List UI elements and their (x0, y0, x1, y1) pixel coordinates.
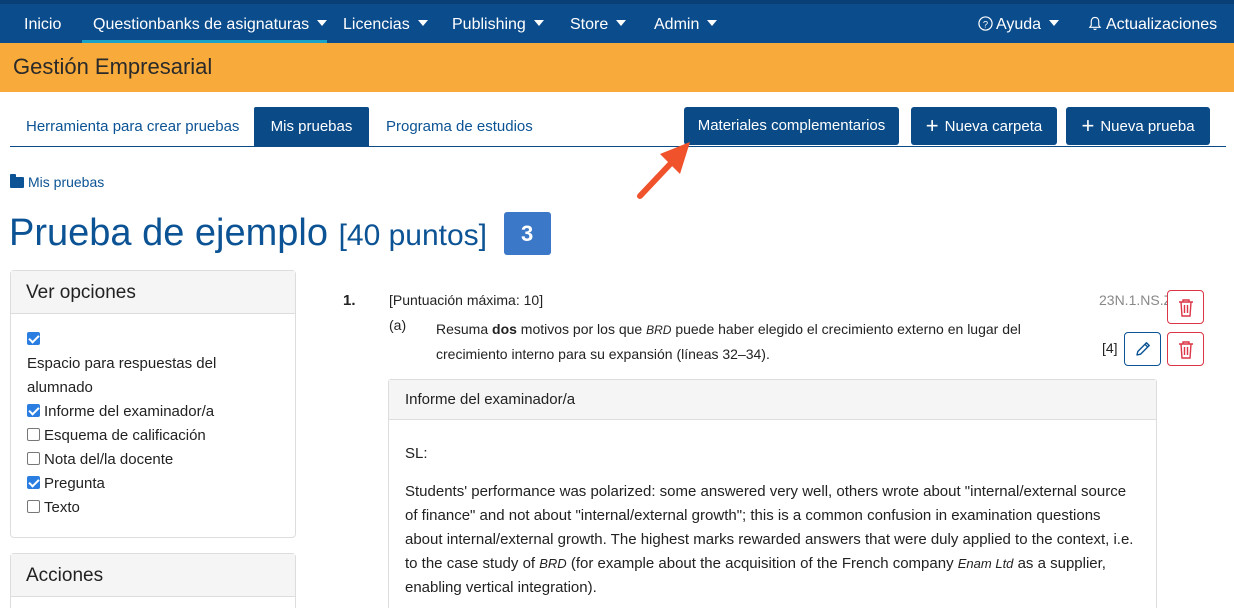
breadcrumb-label: Mis pruebas (28, 174, 105, 190)
nav-item-licencias[interactable]: Licencias (343, 4, 428, 43)
count-badge: 3 (503, 212, 551, 255)
option-label: Texto (44, 499, 80, 516)
nav-label: Ayuda (996, 16, 1042, 33)
chevron-down-icon (417, 20, 428, 26)
delete-part-button[interactable] (1167, 332, 1204, 366)
text-span: motivos por los que (516, 321, 647, 337)
bell-icon (1088, 16, 1102, 31)
chevron-down-icon (616, 20, 627, 26)
text-bold: dos (492, 321, 517, 337)
tab-mis-pruebas[interactable]: Mis pruebas (254, 107, 369, 146)
option-label: Informe del examinador/a (44, 403, 215, 420)
chevron-down-icon (1049, 20, 1060, 26)
points-label: [40 puntos] (338, 219, 488, 252)
option-label: Nota del/la docente (44, 451, 174, 468)
tab-programa[interactable]: Programa de estudios (386, 107, 533, 146)
question-part: (a) (389, 317, 407, 333)
question-text: Resuma dos motivos por los que BRD puede… (436, 317, 1076, 366)
trash-icon (1179, 299, 1193, 317)
report-body: SL: Students' performance was polarized:… (389, 420, 1156, 600)
materials-button[interactable]: Materiales complementarios (684, 107, 899, 145)
subject-title: Gestión Empresarial (13, 54, 213, 79)
title-text: Prueba de ejemplo (9, 212, 328, 254)
option-label: Pregunta (44, 475, 105, 492)
question-number: 1. (343, 292, 356, 309)
tab-herramienta[interactable]: Herramienta para crear pruebas (26, 107, 239, 146)
checkbox[interactable] (27, 452, 40, 465)
nav-item-ayuda[interactable]: ? Ayuda (978, 4, 1060, 43)
text-italic: BRD (539, 556, 567, 571)
page-title: Prueba de ejemplo [40 puntos] 3 (9, 212, 551, 255)
plus-icon: + (1081, 113, 1095, 138)
nav-item-store[interactable]: Store (570, 4, 627, 43)
folder-icon (10, 174, 24, 188)
new-folder-button[interactable]: + Nueva carpeta (911, 107, 1057, 145)
checkbox[interactable] (27, 500, 40, 513)
new-test-button[interactable]: + Nueva prueba (1066, 107, 1210, 145)
option-pregunta[interactable]: Pregunta (27, 472, 295, 496)
checkbox[interactable] (27, 332, 40, 345)
option-label: Esquema de calificación (44, 427, 206, 444)
nav-label: Publishing (452, 16, 526, 33)
nav-label: Licencias (343, 16, 410, 33)
nav-label: Questionbanks de asignaturas (93, 16, 310, 33)
chevron-down-icon (533, 20, 544, 26)
nav-item-publishing[interactable]: Publishing (452, 4, 544, 43)
subject-bar: Gestión Empresarial (0, 43, 1234, 92)
option-espacio-respuestas[interactable] (27, 328, 295, 352)
nav-label: Admin (654, 16, 700, 33)
text-span: Resuma (436, 321, 493, 337)
text-italic: Enam Ltd (957, 556, 1014, 571)
view-options-panel: Ver opciones Espacio para respuestas del… (10, 270, 296, 538)
delete-question-button[interactable] (1167, 290, 1204, 324)
pencil-icon (1136, 342, 1150, 356)
tabs-divider (10, 146, 1226, 147)
trash-icon (1179, 341, 1193, 359)
svg-text:?: ? (983, 19, 988, 29)
nav-item-inicio[interactable]: Inicio (24, 4, 61, 43)
question-marks: [4] (1102, 340, 1118, 356)
nav-label: Actualizaciones (1106, 16, 1218, 33)
breadcrumb[interactable]: Mis pruebas (10, 174, 104, 190)
examiner-report: Informe del examinador/a SL: Students' p… (388, 379, 1157, 608)
chevron-down-icon (707, 20, 718, 26)
chevron-down-icon (317, 20, 328, 26)
button-label: Nueva prueba (1100, 118, 1195, 135)
plus-icon: + (925, 113, 939, 138)
actions-panel: Acciones (10, 553, 296, 608)
option-informe[interactable]: Informe del examinador/a (27, 400, 295, 424)
text-span: (for example about the acquisition of th… (566, 555, 958, 572)
option-espacio-label: Espacio para respuestas del alumnado (27, 355, 217, 396)
option-texto[interactable]: Texto (27, 496, 295, 520)
nav-label: Inicio (24, 16, 62, 33)
option-esquema[interactable]: Esquema de calificación (27, 424, 295, 448)
help-icon: ? (978, 16, 993, 31)
report-title: Informe del examinador/a (389, 380, 1156, 420)
edit-part-button[interactable] (1124, 332, 1161, 366)
checkbox[interactable] (27, 428, 40, 441)
panel-title: Acciones (11, 554, 295, 597)
arrow-annotation-icon (637, 142, 690, 199)
panel-title: Ver opciones (11, 271, 295, 314)
nav-label: Store (570, 16, 609, 33)
nav-item-admin[interactable]: Admin (654, 4, 718, 43)
option-nota[interactable]: Nota del/la docente (27, 448, 295, 472)
report-level: SL: (405, 445, 428, 462)
nav-item-actualizaciones[interactable]: Actualizaciones (1088, 4, 1217, 43)
text-italic: BRD (646, 323, 672, 337)
button-label: Nueva carpeta (944, 118, 1043, 135)
checkbox[interactable] (27, 404, 40, 417)
top-navbar: Inicio Questionbanks de asignaturas Lice… (0, 0, 1234, 43)
report-paragraph: Students' performance was polarized: som… (405, 480, 1140, 600)
question-max-score: [Puntuación máxima: 10] (389, 292, 544, 308)
checkbox[interactable] (27, 476, 40, 489)
nav-item-questionbanks[interactable]: Questionbanks de asignaturas (93, 4, 328, 43)
